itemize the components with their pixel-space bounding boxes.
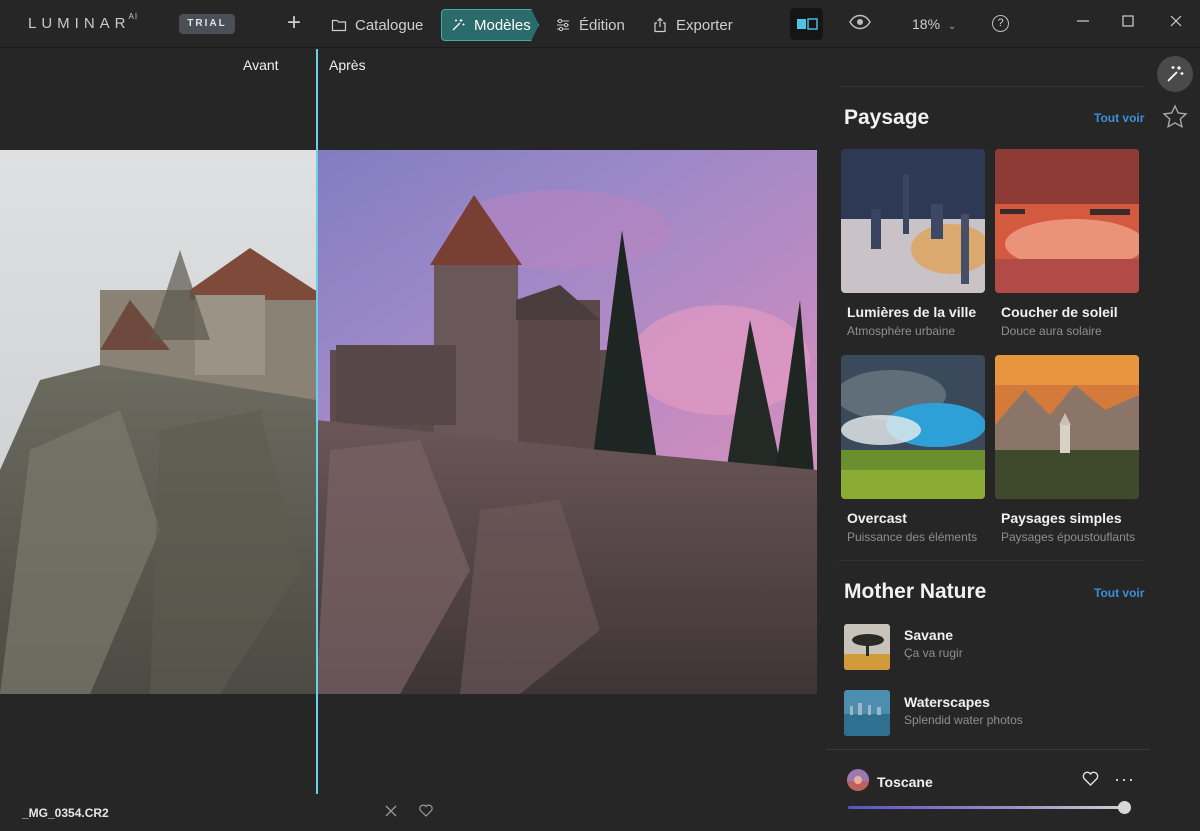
applied-template: Toscane ··· <box>826 749 1150 831</box>
minimize-icon <box>1077 20 1089 22</box>
photo-preview <box>0 150 817 694</box>
sunset-thumbnail <box>995 149 1139 293</box>
maximize-button[interactable] <box>1118 14 1138 34</box>
templates-panel: Paysage Tout voir Lumières de la ville A… <box>826 49 1150 831</box>
right-rail <box>1150 49 1200 831</box>
chevron-down-icon: ⌄ <box>948 21 957 32</box>
magic-wand-icon <box>452 19 465 31</box>
see-all-mother-nature-link[interactable]: Tout voir <box>1094 586 1144 600</box>
favorite-template-button[interactable] <box>1082 771 1099 791</box>
see-all-paysage-link[interactable]: Tout voir <box>1094 111 1144 125</box>
tab-catalogue-label: Catalogue <box>355 16 424 34</box>
tab-exporter-label: Exporter <box>676 16 733 34</box>
template-thumbnail <box>847 769 869 791</box>
close-icon <box>385 805 397 817</box>
template-card-overcast[interactable] <box>841 355 985 499</box>
preview-button[interactable] <box>849 14 871 35</box>
maximize-icon <box>1122 15 1134 27</box>
share-icon <box>654 17 666 33</box>
city-lights-thumbnail <box>841 149 985 293</box>
heart-icon <box>419 804 433 817</box>
tab-catalogue[interactable]: Catalogue <box>331 9 423 41</box>
list-item-title: Waterscapes <box>904 694 990 710</box>
app-logo: LUMINARAI <box>28 12 139 32</box>
tab-exporter[interactable]: Exporter <box>652 9 733 41</box>
compare-split-icon <box>796 18 818 30</box>
card-subtitle: Atmosphère urbaine <box>847 324 956 338</box>
card-title: Paysages simples <box>1001 510 1122 526</box>
heart-icon <box>1082 771 1099 786</box>
card-title: Lumières de la ville <box>847 304 977 320</box>
overcast-thumbnail <box>841 355 985 499</box>
card-title: Overcast <box>847 510 907 526</box>
image-canvas: Avant Après _MG_0354.CR2 <box>0 49 826 831</box>
close-icon <box>1170 15 1182 27</box>
add-photos-button[interactable]: + <box>287 11 301 35</box>
file-name: _MG_0354.CR2 <box>22 806 109 820</box>
star-icon <box>1162 104 1188 129</box>
favorites-button[interactable] <box>1162 104 1188 135</box>
template-card-city-lights[interactable] <box>841 149 985 293</box>
after-label: Après <box>329 57 366 73</box>
template-card-sunset[interactable] <box>995 149 1139 293</box>
close-window-button[interactable] <box>1166 14 1186 34</box>
zoom-value: 18% <box>912 16 941 32</box>
tab-modeles-label: Modèles <box>474 16 531 34</box>
ai-templates-button[interactable] <box>1157 56 1193 92</box>
card-subtitle: Puissance des éléments <box>847 530 978 544</box>
before-after-divider[interactable] <box>316 49 318 794</box>
more-options-button[interactable]: ··· <box>1114 769 1135 790</box>
template-card-simple-landscapes[interactable] <box>995 355 1139 499</box>
list-item-title: Savane <box>904 627 954 643</box>
tab-modeles[interactable]: Modèles <box>441 9 539 41</box>
tab-edition-label: Édition <box>579 16 625 34</box>
amount-slider[interactable] <box>848 806 1124 809</box>
reject-button[interactable] <box>384 804 398 823</box>
amount-slider-thumb[interactable] <box>1118 801 1131 814</box>
app-window: LUMINARAI TRIAL + Catalogue Modèles Édit… <box>0 0 1200 831</box>
favorite-button[interactable] <box>419 804 433 822</box>
tab-edition[interactable]: Édition <box>555 9 625 41</box>
list-item-subtitle: Splendid water photos <box>904 713 1023 727</box>
help-button[interactable]: ? <box>992 15 1009 32</box>
savane-thumbnail <box>844 624 890 670</box>
minimize-button[interactable] <box>1073 14 1093 34</box>
zoom-dropdown[interactable]: 18% ⌄ <box>912 16 956 32</box>
card-title: Coucher de soleil <box>1001 304 1118 320</box>
section-title-paysage: Paysage <box>844 106 930 129</box>
trial-badge: TRIAL <box>179 14 235 34</box>
sliders-icon <box>557 18 569 32</box>
divider <box>838 560 1144 561</box>
divider <box>838 86 1144 87</box>
applied-template-name: Toscane <box>877 774 933 790</box>
list-item-subtitle: Ça va rugir <box>904 646 963 660</box>
before-label: Avant <box>243 57 279 73</box>
magic-wand-icon <box>1167 66 1184 82</box>
compare-button[interactable] <box>790 8 823 40</box>
folder-icon <box>331 19 347 32</box>
card-subtitle: Douce aura solaire <box>1001 324 1102 338</box>
card-subtitle: Paysages époustouflants <box>1001 530 1136 544</box>
waterscapes-thumbnail <box>844 690 890 736</box>
top-bar: LUMINARAI TRIAL + Catalogue Modèles Édit… <box>0 0 1200 48</box>
simple-landscapes-thumbnail <box>995 355 1139 499</box>
section-title-mother-nature: Mother Nature <box>844 580 987 603</box>
eye-icon <box>849 14 871 30</box>
